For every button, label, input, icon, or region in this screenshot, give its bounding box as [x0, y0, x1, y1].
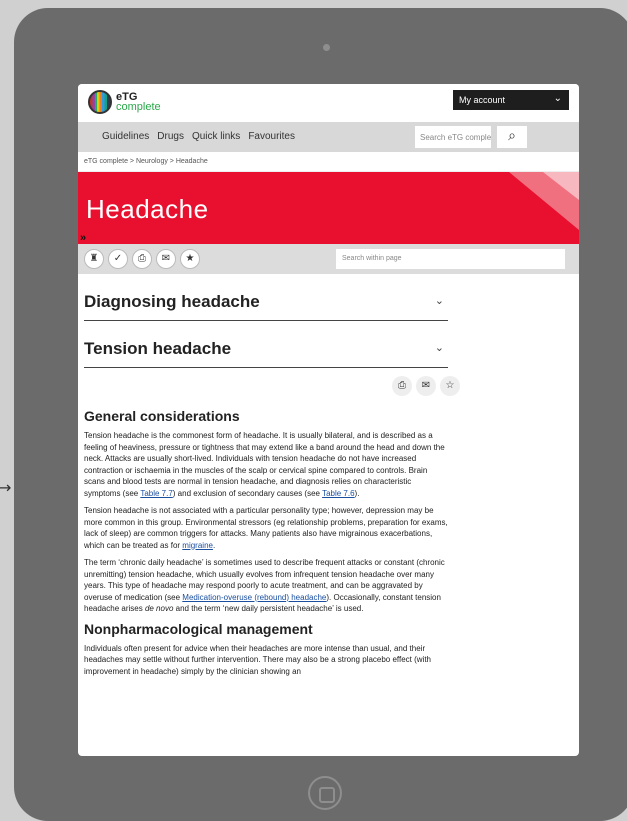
tablet-frame: eTG complete My account ⌄ Guidelines Dru…: [14, 8, 627, 821]
link-medication-overuse[interactable]: Medication-overuse (rebound) headache: [182, 593, 326, 602]
section-title: Diagnosing headache: [84, 292, 260, 311]
text: ).: [354, 488, 360, 498]
account-label: My account: [459, 95, 506, 105]
print-icon[interactable]: ⎙: [392, 376, 412, 396]
paragraph: Individuals often present for advice whe…: [84, 643, 432, 676]
chevron-down-icon: ⌄: [434, 294, 444, 307]
paragraph: Tension headache is not associated with …: [84, 505, 448, 551]
nav-link-drugs[interactable]: Drugs: [157, 131, 184, 142]
heading-nonpharmacological-management: Nonpharmacological management: [84, 620, 313, 637]
text-italic: de novo: [144, 604, 174, 613]
camera-icon: [323, 44, 330, 51]
heading-general-considerations: General considerations: [84, 408, 240, 424]
text: and the term ‘new daily persistent heada…: [173, 604, 364, 613]
section-actions: ⎙ ✉ ☆: [84, 376, 460, 402]
content: Diagnosing headache ⌄ Tension headache ⌄…: [78, 292, 460, 677]
check-icon[interactable]: ✓: [108, 249, 128, 269]
chevron-down-icon: ⌄: [434, 341, 444, 354]
nav-links: Guidelines Drugs Quick links Favourites: [102, 131, 295, 142]
paragraph: Tension headache is the commonest form o…: [84, 430, 448, 499]
nav-link-quick-links[interactable]: Quick links: [192, 131, 240, 142]
etg-logo[interactable]: eTG complete: [88, 90, 161, 114]
link-table-7-6[interactable]: Table 7.6: [322, 489, 354, 498]
favourite-star-icon[interactable]: ★: [180, 249, 200, 269]
print-icon[interactable]: ⎙: [132, 249, 152, 269]
family-icon[interactable]: ♜: [84, 249, 104, 269]
nav-bar: Guidelines Drugs Quick links Favourites …: [78, 122, 579, 152]
search-icon[interactable]: ⌕: [497, 126, 527, 148]
banner-decoration-light: [543, 172, 579, 200]
email-icon[interactable]: ✉: [156, 249, 176, 269]
page-title: Headache: [86, 194, 209, 224]
star-outline-icon[interactable]: ☆: [440, 376, 460, 396]
page-toolbar: ♜ ✓ ⎙ ✉ ★ Search within page: [78, 244, 579, 274]
my-account-dropdown[interactable]: My account ⌄: [453, 90, 569, 110]
side-arrow-icon: →: [0, 478, 12, 497]
search-input[interactable]: Search eTG complete: [415, 126, 491, 148]
nav-link-guidelines[interactable]: Guidelines: [102, 131, 149, 142]
link-table-7-7[interactable]: Table 7.7: [140, 489, 172, 498]
logo-circle-icon: [88, 90, 112, 114]
section-diagnosing-headache[interactable]: Diagnosing headache ⌄: [84, 292, 448, 321]
chevron-down-icon: ⌄: [553, 93, 562, 104]
breadcrumb[interactable]: eTG complete > Neurology > Headache: [78, 152, 579, 172]
nav-link-favourites[interactable]: Favourites: [248, 131, 295, 142]
section-title: Tension headache: [84, 339, 232, 358]
section-tension-headache[interactable]: Tension headache ⌄: [84, 339, 448, 368]
email-icon[interactable]: ✉: [416, 376, 436, 396]
text: ) and exclusion of secondary causes (see: [172, 488, 323, 498]
logo-complete: complete: [116, 101, 161, 113]
search-within-page-input[interactable]: Search within page: [336, 249, 565, 269]
text: .: [212, 540, 216, 550]
expand-menu-icon[interactable]: »: [80, 232, 86, 244]
screen: eTG complete My account ⌄ Guidelines Dru…: [78, 84, 579, 756]
link-migraine[interactable]: migraine: [182, 541, 213, 550]
paragraph: The term ‘chronic daily headache’ is som…: [84, 557, 448, 615]
text: Tension headache is not associated with …: [84, 506, 448, 550]
page-banner: Headache »: [78, 172, 579, 244]
home-button[interactable]: [308, 776, 342, 810]
logo-text: eTG complete: [116, 92, 161, 113]
top-bar: eTG complete My account ⌄: [78, 84, 579, 122]
